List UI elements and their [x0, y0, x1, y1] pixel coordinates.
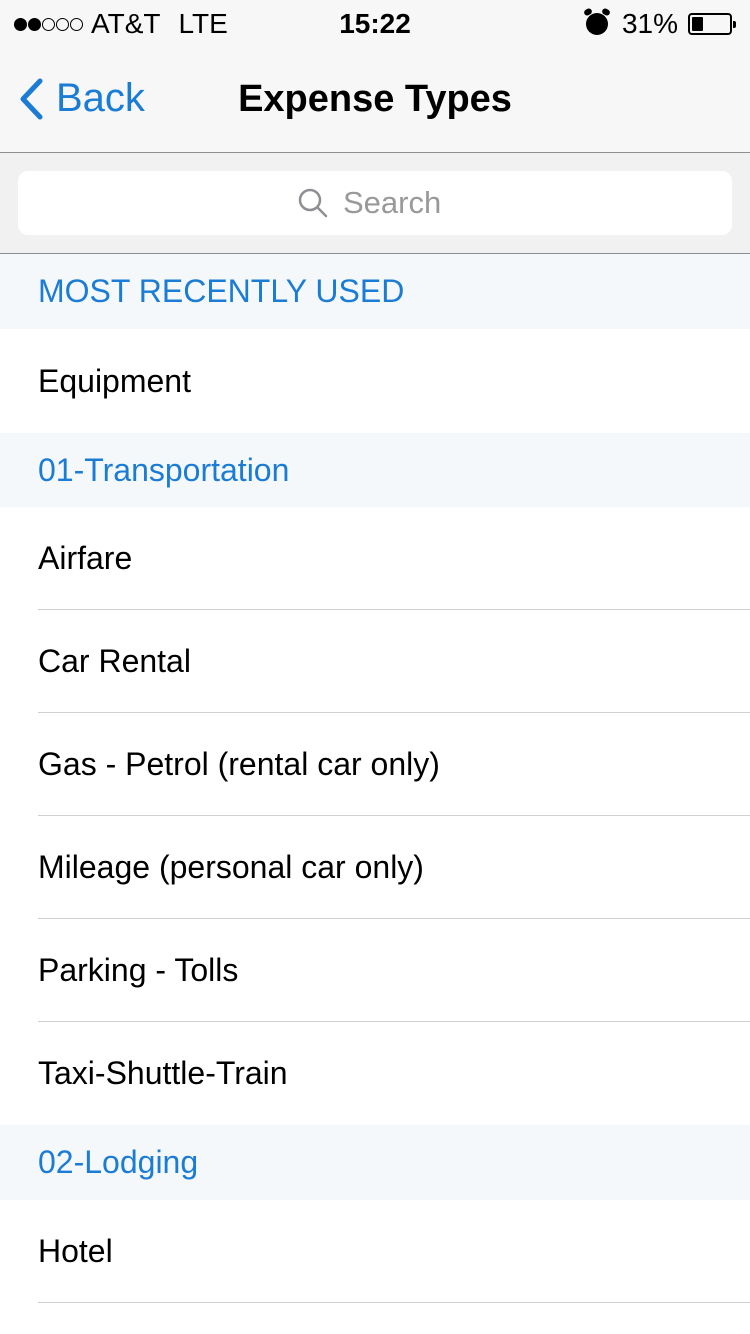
list-item[interactable]: Gas - Petrol (rental car only) — [0, 713, 750, 816]
list-item[interactable]: Airfare — [0, 507, 750, 610]
status-right: 31% — [585, 8, 736, 40]
navigation-bar: Back Expense Types — [0, 46, 750, 153]
battery-icon — [688, 13, 736, 35]
alarm-icon — [585, 13, 608, 35]
page-title: Expense Types — [238, 78, 512, 120]
status-bar: AT&T LTE 15:22 31% — [0, 0, 750, 46]
battery-percent: 31% — [621, 8, 678, 39]
search-bar — [0, 153, 750, 254]
search-field[interactable] — [18, 171, 732, 235]
battery-fill — [692, 17, 703, 31]
list-item[interactable]: Equipment — [0, 329, 750, 433]
expense-type-list: MOST RECENTLY USED Equipment 01-Transpor… — [0, 254, 750, 1303]
list-item[interactable]: Taxi-Shuttle-Train — [0, 1022, 750, 1125]
section-header-most-recently-used: MOST RECENTLY USED — [0, 254, 750, 329]
list-item[interactable]: Mileage (personal car only) — [0, 816, 750, 919]
list-item[interactable]: Parking - Tolls — [0, 919, 750, 1022]
list-item[interactable]: Hotel — [0, 1200, 750, 1303]
search-input[interactable] — [343, 185, 453, 221]
list-item[interactable]: Car Rental — [0, 610, 750, 713]
section-header-lodging: 02-Lodging — [0, 1125, 750, 1200]
search-icon — [298, 188, 328, 218]
section-header-transportation: 01-Transportation — [0, 433, 750, 507]
